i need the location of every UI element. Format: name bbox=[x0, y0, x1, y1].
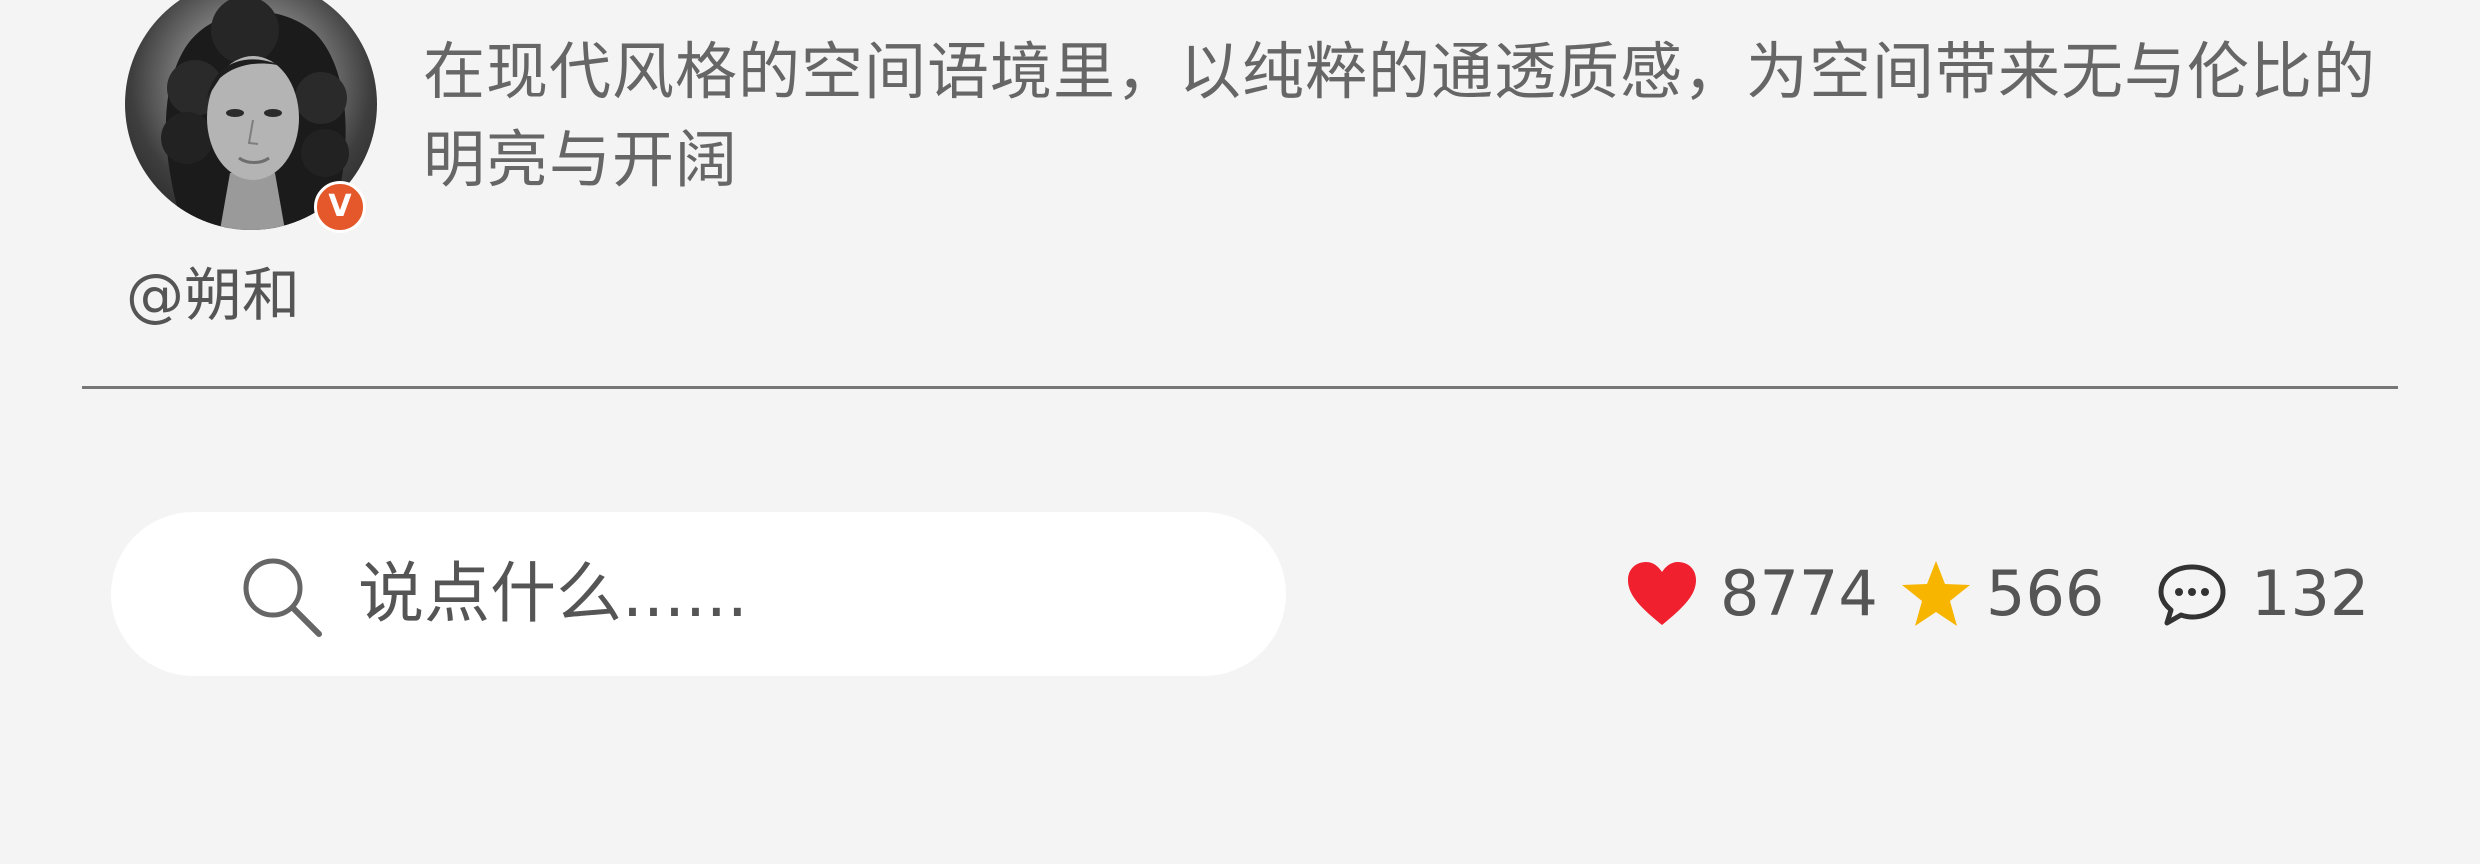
favorite-count: 566 bbox=[1986, 557, 2105, 630]
comment-input[interactable]: 说点什么...... bbox=[111, 512, 1286, 676]
divider bbox=[82, 386, 2398, 389]
post-text: 在现代风格的空间语境里，以纯粹的通透质感，为空间带来无与伦比的明亮与开阔 bbox=[423, 35, 2377, 196]
comment-count: 132 bbox=[2251, 557, 2370, 630]
verified-badge: V bbox=[314, 181, 366, 233]
search-icon bbox=[243, 558, 322, 637]
favorite-button[interactable]: 566 bbox=[1900, 549, 2104, 639]
comment-placeholder: 说点什么...... bbox=[358, 555, 748, 632]
heart-icon bbox=[1628, 562, 1696, 625]
star-icon bbox=[1902, 561, 1970, 626]
like-button[interactable]: 8774 bbox=[1626, 549, 1878, 639]
like-count: 8774 bbox=[1720, 557, 1878, 630]
author-username[interactable]: @朔和 bbox=[126, 260, 300, 330]
comment-bubble-icon bbox=[2158, 564, 2226, 626]
comment-button[interactable]: 132 bbox=[2157, 549, 2369, 639]
